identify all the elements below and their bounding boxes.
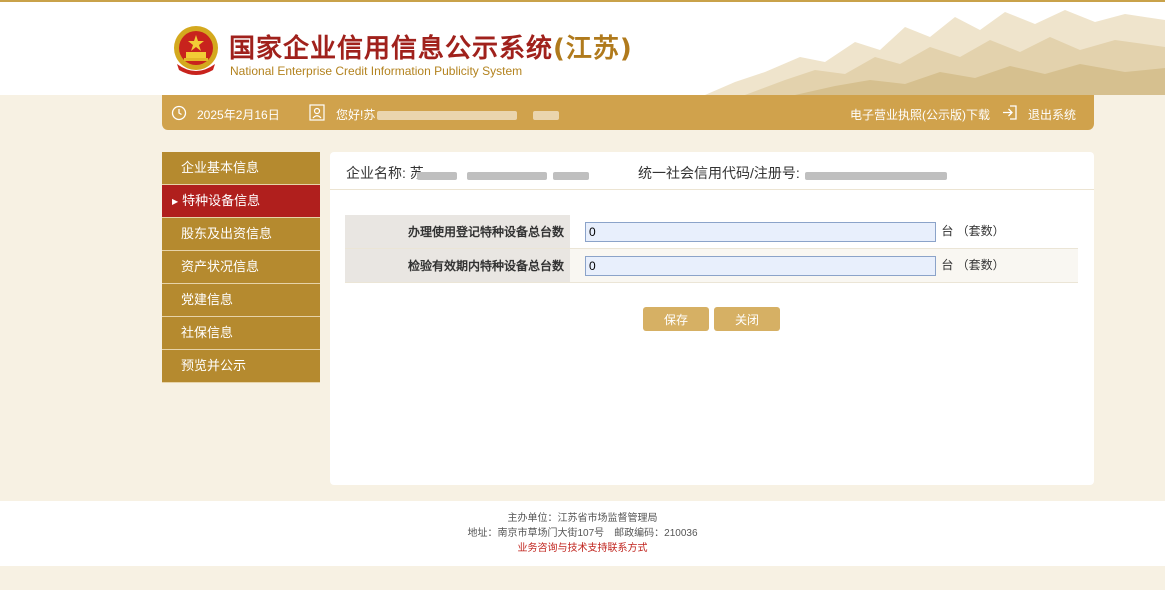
logout-link[interactable]: 退出系统 xyxy=(1028,106,1076,123)
footer-sponsor: 主办单位：江苏省市场监督管理局 xyxy=(507,513,658,524)
redacted-company-name xyxy=(417,167,589,183)
registered-equipment-cell: 台 （套数） xyxy=(570,215,1078,249)
inspected-equipment-input[interactable] xyxy=(585,255,936,276)
form-row-inspected-equipment: 检验有效期内特种设备总台数 台 （套数） xyxy=(345,248,1078,283)
unit-label: 台 （套数） xyxy=(941,223,1005,238)
download-license-link[interactable]: 电子营业执照(公示版)下载 xyxy=(850,106,990,123)
current-date: 2025年2月16日 xyxy=(197,108,280,122)
site-title-english: National Enterprise Credit Information P… xyxy=(230,64,523,78)
sidebar-item-assets[interactable]: 资产状况信息 xyxy=(162,251,320,284)
sidebar-item-basic-info[interactable]: 企业基本信息 xyxy=(162,152,320,185)
inspected-equipment-label: 检验有效期内特种设备总台数 xyxy=(345,248,570,283)
site-footer: 主办单位：江苏省市场监督管理局 地址：南京市草场门大街107号 邮政编码：210… xyxy=(0,501,1165,566)
footer-support-link[interactable]: 业务咨询与技术支持联系方式 xyxy=(0,541,1165,556)
national-emblem-icon xyxy=(174,26,218,75)
equipment-form-table: 办理使用登记特种设备总台数 台 （套数） 检验有效期内特种设备总台数 台 （套数… xyxy=(345,215,1078,283)
mountain-landscape-decoration xyxy=(705,10,1165,95)
registered-equipment-label: 办理使用登记特种设备总台数 xyxy=(345,215,570,249)
user-greeting: 您好!苏 xyxy=(336,106,560,123)
site-header: 国家企业信用信息公示系统(江苏) National Enterprise Cre… xyxy=(0,2,1165,95)
user-info-bar: 2025年2月16日 您好!苏 电子营业执照(公示版)下载 退出系统 xyxy=(162,95,1094,130)
logout-icon[interactable] xyxy=(1001,104,1018,121)
footer-address: 地址：南京市草场门大街107号 邮政编码：210036 xyxy=(467,528,698,539)
credit-code-label: 统一社会信用代码/注册号: xyxy=(638,165,800,181)
redacted-user-name xyxy=(377,111,518,121)
sidebar-item-label: 特种设备信息 xyxy=(182,193,261,208)
user-icon xyxy=(309,104,325,121)
redacted-user-extra xyxy=(533,111,560,121)
sidebar-item-party-building[interactable]: 党建信息 xyxy=(162,284,320,317)
sidebar-item-shareholders[interactable]: 股东及出资信息 xyxy=(162,218,320,251)
clock-icon xyxy=(171,105,187,121)
redacted-credit-code xyxy=(805,167,947,183)
close-button[interactable]: 关闭 xyxy=(714,307,780,331)
sidebar-item-preview-publish[interactable]: 预览并公示 xyxy=(162,350,320,383)
company-info-header: 企业名称: 苏 统一社会信用代码/注册号: xyxy=(330,152,1094,190)
company-name-label: 企业名称: 苏 xyxy=(346,165,424,181)
sidebar-item-social-security[interactable]: 社保信息 xyxy=(162,317,320,350)
form-row-registered-equipment: 办理使用登记特种设备总台数 台 （套数） xyxy=(345,215,1078,249)
inspected-equipment-cell: 台 （套数） xyxy=(570,248,1078,283)
sidebar-item-special-equipment[interactable]: ▶ 特种设备信息 xyxy=(162,185,320,218)
active-arrow-icon: ▶ xyxy=(172,196,179,206)
save-button[interactable]: 保存 xyxy=(643,307,709,331)
unit-label: 台 （套数） xyxy=(941,257,1005,272)
site-title: 国家企业信用信息公示系统(江苏) xyxy=(229,34,633,64)
sidebar-nav: 企业基本信息 ▶ 特种设备信息 股东及出资信息 资产状况信息 党建信息 社保信息 … xyxy=(162,152,320,383)
registered-equipment-input[interactable] xyxy=(585,221,936,242)
main-content-panel: 企业名称: 苏 统一社会信用代码/注册号: 办理使用登记特种设备总台数 台 （套… xyxy=(330,152,1094,485)
